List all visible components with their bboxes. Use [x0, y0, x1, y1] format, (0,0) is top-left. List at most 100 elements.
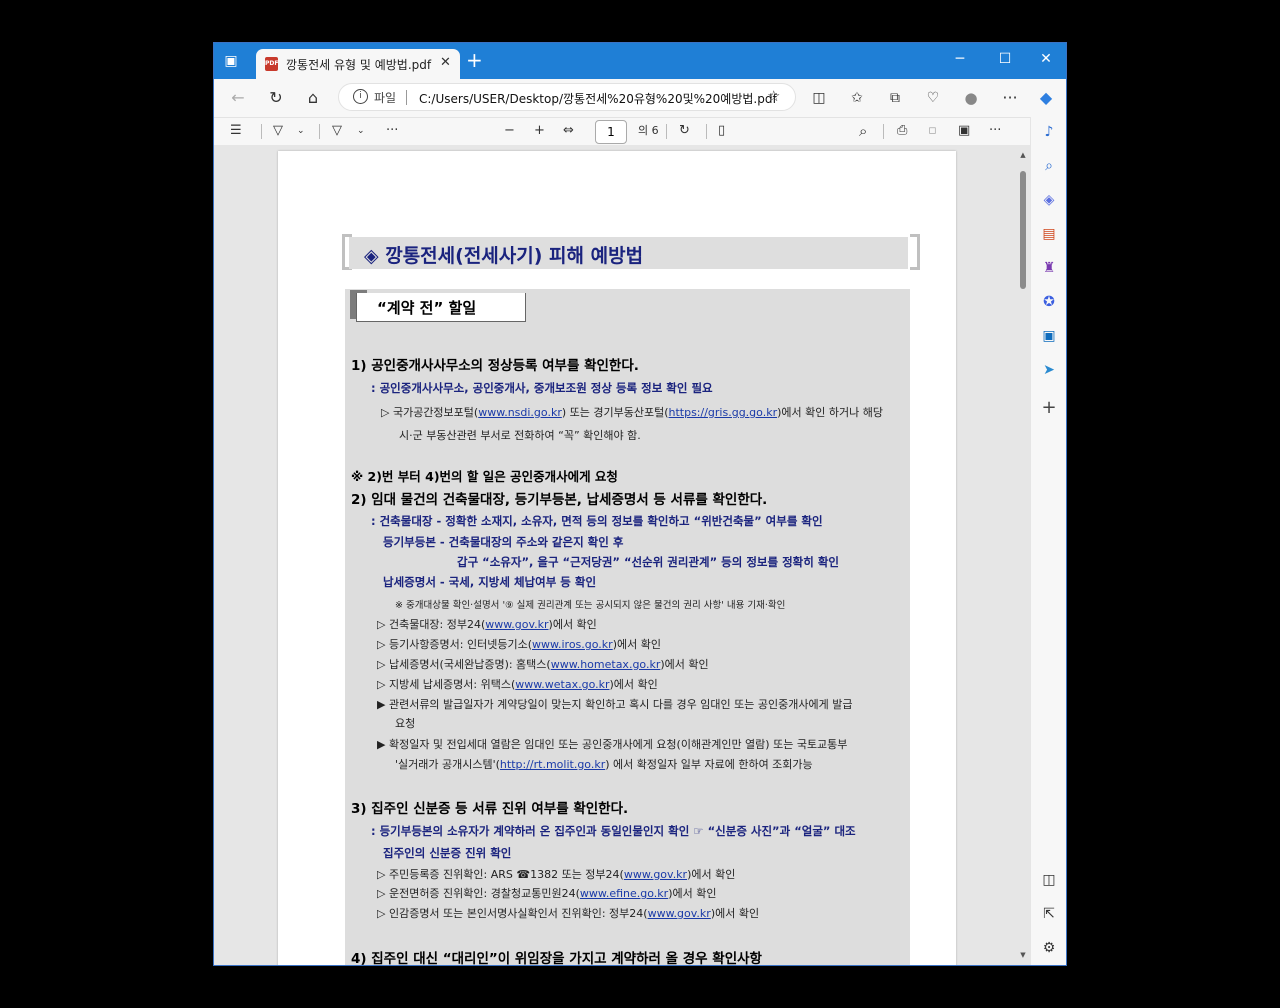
- print-icon[interactable]: ⎙: [897, 122, 907, 140]
- pdf-viewer[interactable]: ◈ 깡통전세(전세사기) 피해 예방법 “계약 전” 할일 1) 공인중개사사무…: [214, 145, 1030, 965]
- link-gov[interactable]: www.gov.kr: [485, 618, 548, 631]
- text-line: 시·군 부동산관련 부서로 전화하여 “꼭” 확인해야 함.: [399, 429, 641, 442]
- pdf-icon: PDF: [265, 57, 278, 71]
- add-icon[interactable]: +: [1038, 397, 1060, 419]
- link-gris[interactable]: https://gris.gg.go.kr: [669, 406, 778, 419]
- scheme-label: 파일: [374, 91, 397, 105]
- profile-avatar-icon[interactable]: ●: [960, 87, 982, 109]
- address-row: ← ↻ ⌂ i 파일 C:/Users/USER/Desktop/깡통전세%20…: [214, 79, 1066, 117]
- heading-2: 2) 임대 물건의 건축물대장, 등기부등본, 납세증명서 등 서류를 확인한다…: [351, 492, 768, 508]
- vertical-scrollbar[interactable]: ▲ ▼: [1018, 145, 1028, 965]
- title-background: ◈ 깡통전세(전세사기) 피해 예방법: [349, 237, 908, 269]
- office-icon[interactable]: ✪: [1038, 291, 1060, 313]
- tab-close-icon[interactable]: ✕: [440, 55, 451, 70]
- text-line: 요청: [395, 717, 416, 730]
- page-view-icon[interactable]: ▯: [718, 122, 725, 140]
- page-total: 의 6: [638, 124, 659, 137]
- link-efine[interactable]: www.efine.go.kr: [580, 887, 668, 900]
- home-button[interactable]: ⌂: [302, 87, 324, 109]
- page-number-input[interactable]: 1: [595, 120, 627, 144]
- favorite-star-icon[interactable]: ☆: [767, 87, 780, 105]
- tab-actions-icon[interactable]: ▣: [222, 52, 240, 70]
- text-line: ▷ 운전면허증 진위확인: 경찰청교통민원24(www.efine.go.kr)…: [377, 887, 717, 900]
- small-note: ※ 중개대상물 확인·설명서 '⑨ 실제 권리관계 또는 공시되지 않은 물건의…: [395, 600, 786, 611]
- shopping-icon[interactable]: ◈: [1038, 189, 1060, 211]
- divider: [261, 124, 262, 139]
- address-bar[interactable]: i 파일 C:/Users/USER/Desktop/깡통전세%20유형%20및…: [338, 83, 796, 111]
- games-icon[interactable]: ♜: [1038, 257, 1060, 279]
- sidebar-icon[interactable]: ◫: [1038, 869, 1060, 891]
- link-iros[interactable]: www.iros.go.kr: [532, 638, 613, 651]
- bell-icon[interactable]: ♪: [1038, 121, 1060, 143]
- maximize-button[interactable]: ☐: [985, 47, 1025, 71]
- section-label-text: “계약 전” 할일: [377, 299, 477, 317]
- new-tab-button[interactable]: +: [466, 49, 483, 71]
- tab-title: 깡통전세 유형 및 예방법.pdf: [286, 58, 432, 72]
- document-title-banner: ◈ 깡통전세(전세사기) 피해 예방법: [342, 234, 920, 272]
- scroll-down-icon[interactable]: ▼: [1018, 951, 1028, 959]
- minimize-button[interactable]: ─: [940, 47, 980, 71]
- bold-line: : 등기부등본의 소유자가 계약하러 온 집주인과 동일인물인지 확인 ☞ “신…: [371, 824, 856, 838]
- divider: [666, 124, 667, 139]
- highlight-icon[interactable]: ▽: [273, 122, 283, 140]
- text-line: '실거래가 공개시스템'(http://rt.molit.go.kr) 에서 확…: [395, 758, 813, 771]
- split-screen-icon[interactable]: ◫: [808, 87, 830, 109]
- chevron-down-icon[interactable]: ⌄: [297, 122, 305, 140]
- chevron-down-icon[interactable]: ⌄: [357, 122, 365, 140]
- outlook-icon[interactable]: ▣: [1038, 325, 1060, 347]
- zoom-out-button[interactable]: −: [504, 122, 515, 140]
- divider: [706, 124, 707, 139]
- link-molit[interactable]: http://rt.molit.go.kr: [500, 758, 605, 771]
- refresh-button[interactable]: ↻: [265, 87, 287, 109]
- text-line: ▷ 지방세 납세증명서: 위택스(www.wetax.go.kr)에서 확인: [377, 678, 658, 691]
- back-button[interactable]: ←: [227, 87, 249, 109]
- external-icon[interactable]: ⇱: [1038, 903, 1060, 925]
- text-line: ▷ 인감증명서 또는 본인서명사실확인서 진위확인: 정부24(www.gov.…: [377, 907, 760, 920]
- scroll-thumb[interactable]: [1020, 171, 1026, 289]
- heading-3: 3) 집주인 신분증 등 서류 진위 여부를 확인한다.: [351, 801, 629, 817]
- tools-icon[interactable]: ▤: [1038, 223, 1060, 245]
- close-window-button[interactable]: ✕: [1026, 47, 1066, 71]
- fit-width-icon[interactable]: ⇔: [563, 122, 574, 140]
- section-label: “계약 전” 할일: [350, 290, 528, 325]
- draw-icon[interactable]: ▽: [332, 122, 342, 140]
- scroll-up-icon[interactable]: ▲: [1018, 151, 1028, 159]
- zoom-in-button[interactable]: +: [534, 122, 545, 140]
- url-text[interactable]: C:/Users/USER/Desktop/깡통전세%20유형%20및%20예방…: [419, 90, 777, 107]
- copilot-icon[interactable]: ◆: [1035, 87, 1057, 109]
- text-line: ▷ 등기사항증명서: 인터넷등기소(www.iros.go.kr)에서 확인: [377, 638, 661, 651]
- extensions-icon[interactable]: ♡: [922, 87, 944, 109]
- title-bar: ▣ PDF 깡통전세 유형 및 예방법.pdf ✕ + ─ ☐ ✕: [214, 43, 1066, 79]
- note-line: ※ 2)번 부터 4)번의 할 일은 공인중개사에게 요청: [351, 469, 618, 484]
- search-icon[interactable]: ⌕: [1038, 155, 1060, 177]
- tab-pdf[interactable]: PDF 깡통전세 유형 및 예방법.pdf ✕: [256, 49, 460, 79]
- bold-line: 납세증명서 - 국세, 지방세 체납여부 등 확인: [383, 575, 597, 589]
- heading-1: 1) 공인중개사사무소의 정상등록 여부를 확인한다.: [351, 358, 639, 374]
- document-title: ◈ 깡통전세(전세사기) 피해 예방법: [364, 245, 644, 267]
- link-gov[interactable]: www.gov.kr: [624, 868, 687, 881]
- link-nsdi[interactable]: www.nsdi.go.kr: [478, 406, 562, 419]
- save-as-icon[interactable]: ▣: [958, 122, 970, 140]
- rotate-icon[interactable]: ↻: [679, 122, 690, 140]
- text-line: ▶ 확정일자 및 전입세대 열람은 임대인 또는 공인중개사에게 요청(이해관계…: [377, 738, 848, 751]
- favorites-icon[interactable]: ✩: [846, 87, 868, 109]
- link-wetax[interactable]: www.wetax.go.kr: [515, 678, 609, 691]
- bold-line: : 건축물대장 - 정확한 소재지, 소유자, 면적 등의 정보를 확인하고 “…: [371, 514, 823, 528]
- more-tools-button[interactable]: ···: [386, 122, 398, 140]
- side-panel: ♪ ⌕ ◈ ▤ ♜ ✪ ▣ ➤ + ◫ ⇱ ⚙: [1030, 117, 1066, 965]
- collections-icon[interactable]: ⧉: [884, 87, 906, 109]
- text-line: ▷ 주민등록증 진위확인: ARS ☎1382 또는 정부24(www.gov.…: [377, 868, 736, 881]
- search-icon[interactable]: ⌕: [859, 122, 867, 140]
- save-icon[interactable]: ▫: [928, 122, 937, 140]
- bold-line: 등기부등본 - 건축물대장의 주소와 같은지 확인 후: [383, 535, 624, 549]
- link-hometax[interactable]: www.hometax.go.kr: [551, 658, 661, 671]
- text-line: ▷ 국가공간정보포털(www.nsdi.go.kr) 또는 경기부동산포털(ht…: [381, 406, 883, 419]
- settings-icon[interactable]: ⚙: [1038, 937, 1060, 959]
- info-icon[interactable]: i: [353, 89, 368, 104]
- pdf-toolbar: ☰ ▽ ⌄ ▽ ⌄ ··· − + ⇔ 1 의 6 ↻ ▯ ⌕ ⎙ ▫ ▣ ··…: [214, 117, 1030, 146]
- send-icon[interactable]: ➤: [1038, 359, 1060, 381]
- contents-icon[interactable]: ☰: [230, 122, 242, 140]
- overflow-menu-button[interactable]: ···: [989, 122, 1001, 140]
- link-gov[interactable]: www.gov.kr: [648, 907, 711, 920]
- more-menu-button[interactable]: ···: [999, 87, 1021, 109]
